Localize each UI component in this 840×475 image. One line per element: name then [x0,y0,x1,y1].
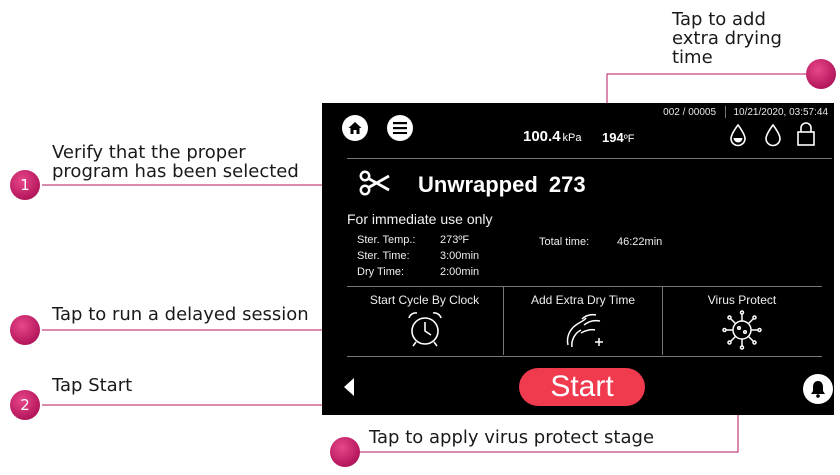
menu-button[interactable] [387,115,413,141]
drying-hand-icon [566,313,603,348]
annotation-drying-line2: extra drying [672,28,782,49]
annotation-drying: Tap to add extra drying time [672,10,782,67]
annotation-delayed: Tap to run a delayed session [52,304,309,325]
annotation-dot-virus [330,437,360,467]
annotation-dot-delayed [10,315,40,345]
water-drop-icon[interactable] [764,123,782,147]
tiles-bottom-divider [347,356,822,357]
temp-unit: ºF [623,133,635,145]
virus-protect-label: Virus Protect [707,293,777,307]
alarm-clock-icon [408,312,442,347]
pressure-value: 100.4 [523,128,561,145]
add-dry-time-tile[interactable]: Add Extra Dry Time [504,287,662,355]
program-title: Unwrapped 273 [418,172,586,198]
annotation-drying-line3: time [672,47,713,68]
scissors-icon [359,170,390,196]
ster-temp-value: 273ºF [440,234,470,246]
total-time-value: 46:22min [617,236,663,248]
home-button[interactable] [342,115,368,141]
header-divider [347,158,832,159]
cycle-count: 002 / 00005 [663,107,716,118]
home-icon [348,122,362,134]
back-arrow-icon[interactable] [342,377,356,397]
dry-time-value: 2:00min [440,266,480,278]
device-screen: 002 / 00005 10/21/2020, 03:57:44 100.4 kP… [322,103,834,415]
total-time-label: Total time: [539,236,590,248]
program-temp: 273 [548,172,586,197]
ster-temp-label: Ster. Temp.: [357,234,416,246]
annotation-dot-drying [806,59,836,89]
lock-icon[interactable] [796,121,816,147]
annotation-drying-line1: Tap to add [672,9,766,30]
start-by-clock-label: Start Cycle By Clock [369,293,480,307]
annotation-verify-line1: Verify that the proper [52,142,246,163]
virus-protect-tile[interactable]: Virus Protect [663,287,821,355]
dry-time-label: Dry Time: [357,266,405,278]
add-dry-time-label: Add Extra Dry Time [530,293,636,307]
ster-time-label: Ster. Time: [357,250,410,262]
annotation-virus: Tap to apply virus protect stage [369,427,655,448]
status-divider [725,106,726,118]
temp-value: 194 [602,130,624,145]
pressure-unit: kPa [562,132,582,144]
annotation-badge-2: 2 [10,390,40,420]
annotation-badge-1: 1 [10,170,40,200]
program-name: Unwrapped [418,172,538,197]
annotation-verify-line2: program has been selected [52,161,299,182]
date-time: 10/21/2020, 03:57:44 [733,107,828,118]
temp-readout: 194ºF [602,130,634,145]
bell-icon [811,381,825,398]
bell-button[interactable] [803,374,833,404]
start-by-clock-tile[interactable]: Start Cycle By Clock [347,287,502,355]
start-button[interactable]: Start [519,368,645,406]
virus-icon [722,310,762,350]
water-drop-filled-icon[interactable] [729,123,747,147]
pressure-readout: 100.4 kPa [523,128,582,145]
annotation-start: Tap Start [52,375,133,396]
annotation-verify: Verify that the proper program has been … [52,143,299,181]
program-description: For immediate use only [347,211,493,227]
menu-icon [393,122,407,134]
ster-time-value: 3:00min [440,250,480,262]
